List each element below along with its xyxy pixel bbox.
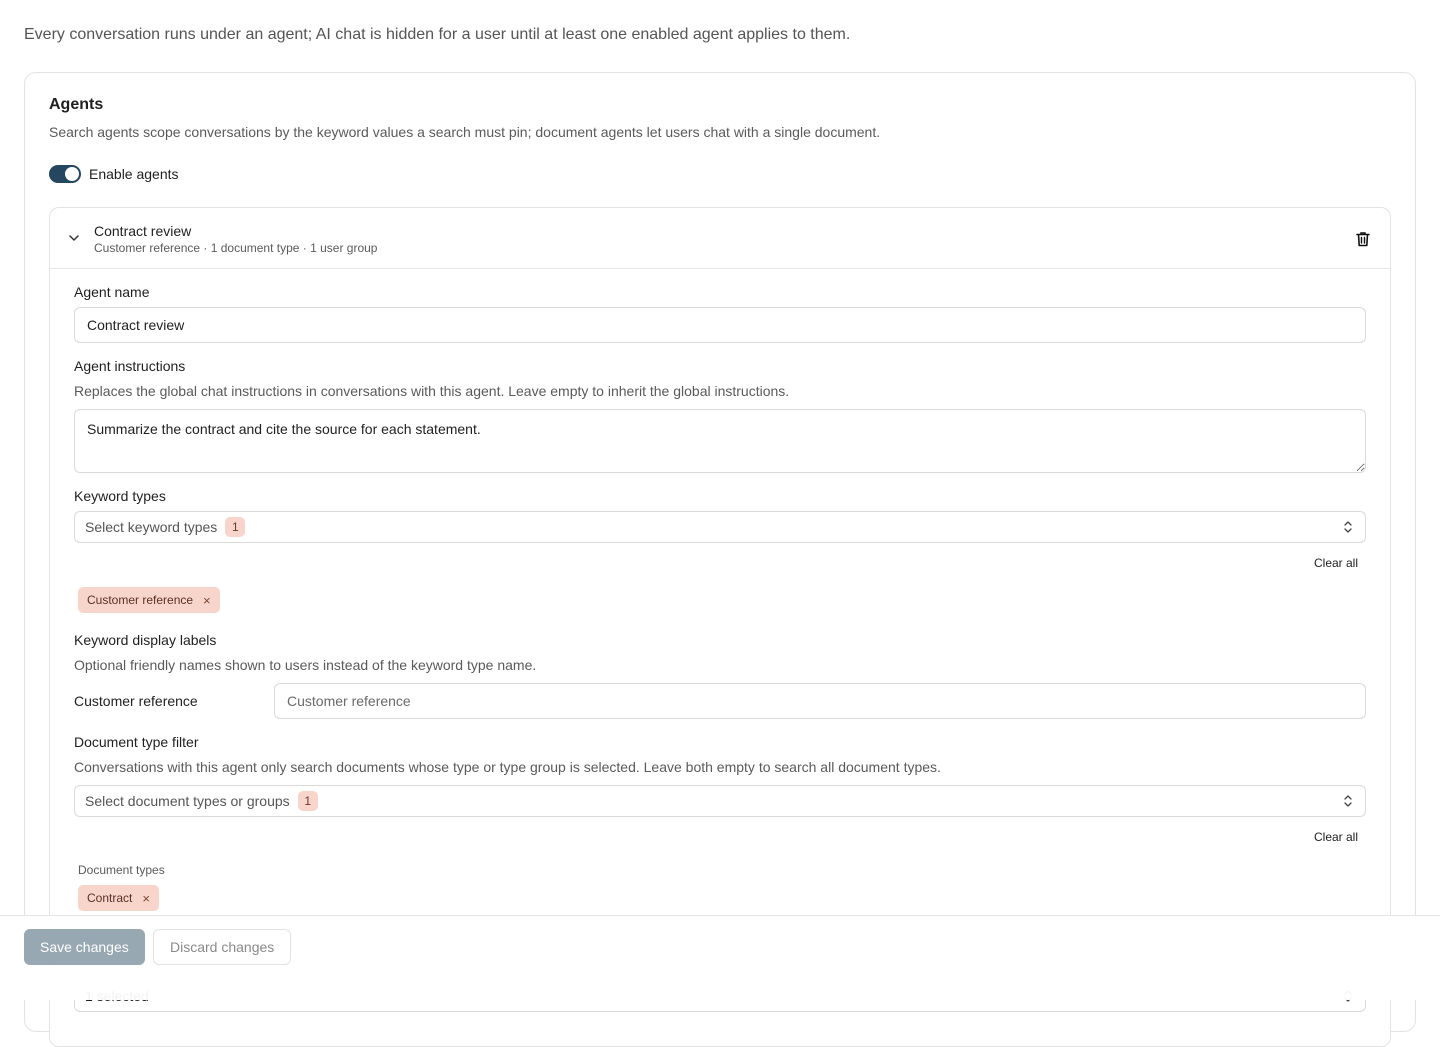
trash-icon[interactable]	[1354, 230, 1372, 248]
doc-types-group-label: Document types	[78, 863, 165, 877]
doc-type-chip: Contract ×	[78, 885, 159, 911]
agents-title: Agents	[49, 96, 104, 113]
keyword-types-clear-all[interactable]: Clear all	[1314, 556, 1358, 570]
display-label-keyword: Customer reference	[74, 693, 198, 709]
agent-header[interactable]: Contract review Customer reference · 1 d…	[50, 208, 1390, 269]
sticky-footer: Save changes Discard changes	[0, 915, 1440, 1000]
chevron-up-down-icon	[1344, 795, 1352, 807]
doc-type-chip-label: Contract	[87, 891, 133, 905]
agent-header-summary: Customer reference · 1 document type · 1…	[94, 241, 378, 255]
close-icon[interactable]: ×	[142, 891, 150, 906]
doc-filter-placeholder: Select document types or groups	[85, 793, 290, 809]
keyword-types-label: Keyword types	[74, 488, 166, 504]
keyword-chip: Customer reference ×	[78, 587, 220, 613]
doc-filter-help: Conversations with this agent only searc…	[74, 759, 941, 775]
doc-filter-count-badge: 1	[297, 791, 318, 811]
doc-filter-clear-all[interactable]: Clear all	[1314, 830, 1358, 844]
page-intro: Every conversation runs under an agent; …	[24, 26, 851, 43]
agents-card: Agents Search agents scope conversations…	[24, 72, 1416, 1047]
enable-agents-toggle[interactable]	[49, 165, 81, 183]
save-button[interactable]: Save changes	[24, 929, 145, 965]
enable-agents-label: Enable agents	[89, 166, 179, 182]
keyword-chip-label: Customer reference	[87, 593, 194, 607]
chevron-up-down-icon	[1344, 521, 1352, 533]
display-labels-label: Keyword display labels	[74, 632, 217, 648]
agent-name-label: Agent name	[74, 284, 150, 300]
keyword-types-select[interactable]: Select keyword types 1	[74, 511, 1366, 543]
doc-filter-label: Document type filter	[74, 734, 199, 750]
chevron-down-icon[interactable]	[68, 232, 80, 244]
enable-agents-row: Enable agents	[49, 165, 179, 183]
close-icon[interactable]: ×	[203, 593, 211, 608]
keyword-types-placeholder: Select keyword types	[85, 519, 218, 535]
toggle-knob	[65, 167, 79, 181]
discard-button[interactable]: Discard changes	[153, 929, 292, 965]
doc-filter-select[interactable]: Select document types or groups 1	[74, 785, 1366, 817]
display-labels-help: Optional friendly names shown to users i…	[74, 657, 537, 673]
agent-instructions-textarea[interactable]: Summarize the contract and cite the sour…	[74, 409, 1366, 473]
agent-instructions-label: Agent instructions	[74, 358, 186, 374]
agents-description: Search agents scope conversations by the…	[49, 124, 881, 140]
agent-header-name: Contract review	[94, 223, 192, 239]
agent-name-input[interactable]	[74, 307, 1366, 343]
keyword-types-count-badge: 1	[225, 517, 246, 537]
display-label-input[interactable]	[274, 683, 1366, 719]
agent-instructions-help: Replaces the global chat instructions in…	[74, 383, 790, 399]
